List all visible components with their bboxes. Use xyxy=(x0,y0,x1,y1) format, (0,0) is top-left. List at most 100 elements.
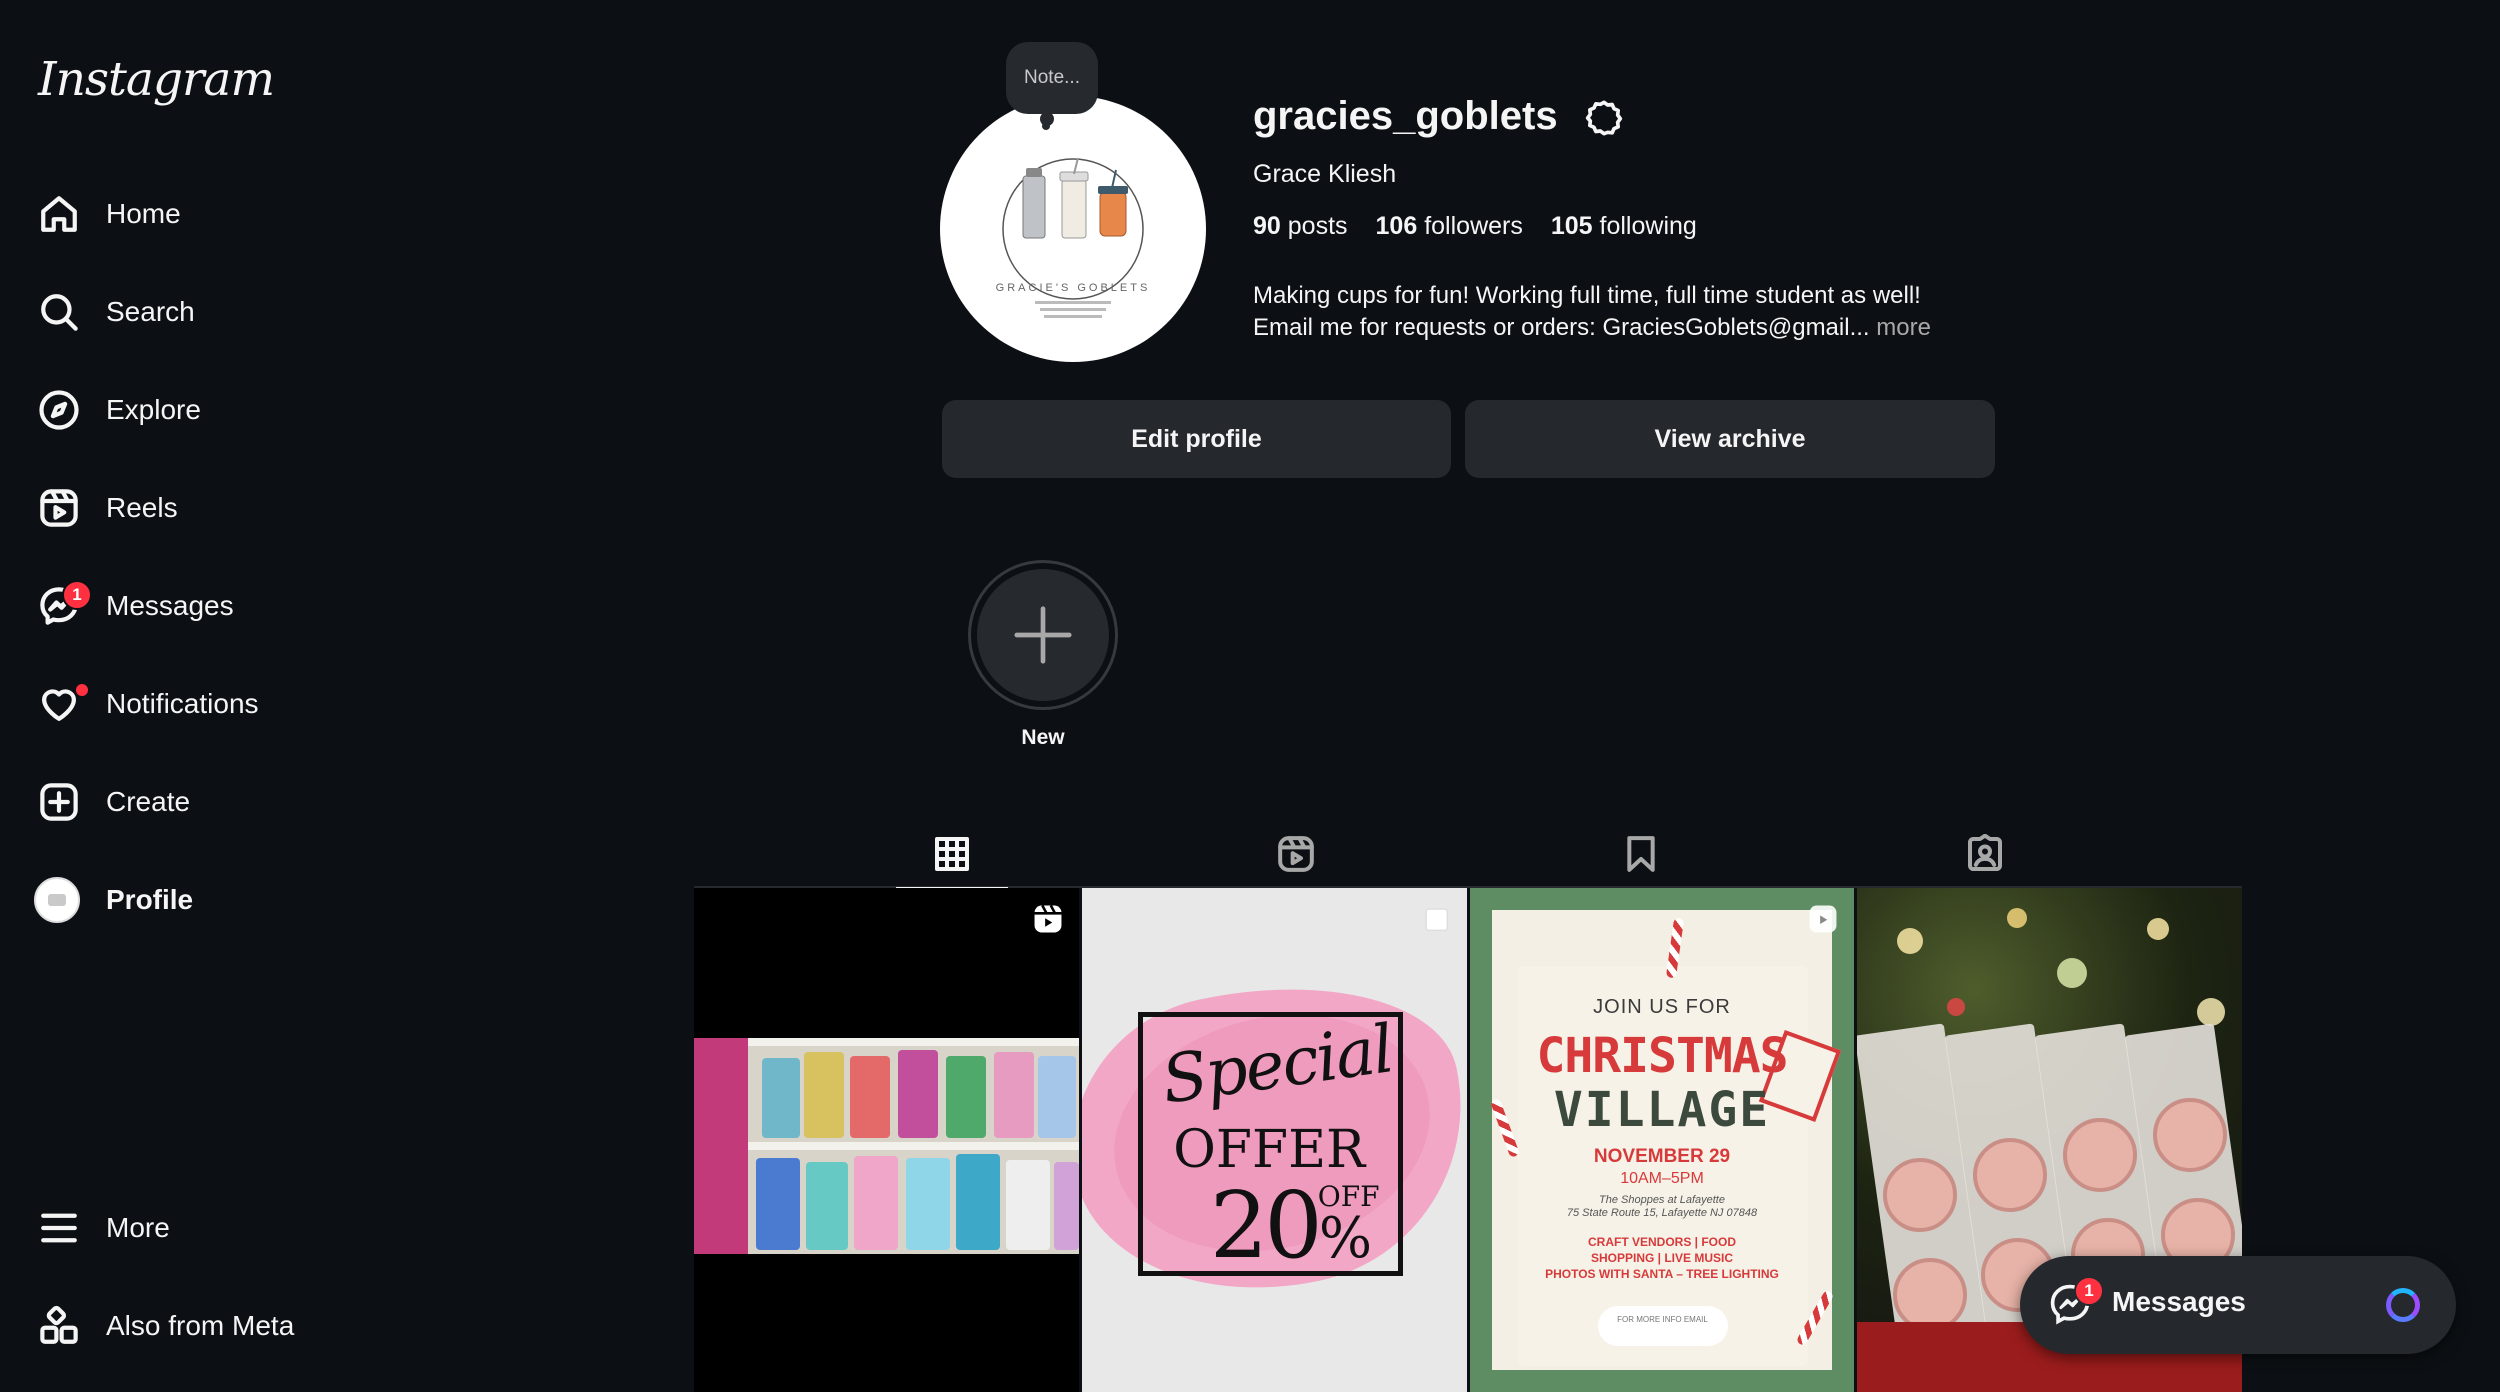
meta-grid-icon xyxy=(22,1296,98,1356)
flyer-info: CRAFT VENDORS | FOOD SHOPPING | LIVE MUS… xyxy=(1470,1234,1855,1282)
post-tile-christmas-village[interactable]: JOIN US FOR CHRISTMAS VILLAGE NOVEMBER 2… xyxy=(1469,888,1855,1392)
followers-label: followers xyxy=(1424,212,1523,240)
flyer-venue-address: 75 State Route 15, Lafayette NJ 07848 xyxy=(1566,1207,1758,1219)
bokeh-light xyxy=(2147,918,2170,940)
instagram-logo[interactable]: Instagram xyxy=(38,52,275,107)
sidebar-item-label: Reels xyxy=(106,492,178,523)
post-tile-special-offer[interactable]: Special OFFER 20% OFF xyxy=(1081,888,1467,1392)
posts-label: posts xyxy=(1287,212,1348,240)
bokeh-light xyxy=(2007,908,2028,928)
sidebar-item-messages[interactable]: 1 Messages xyxy=(22,566,362,646)
bokeh-light xyxy=(2197,998,2226,1026)
reels-icon xyxy=(22,478,98,538)
posts-grid: Special OFFER 20% OFF JOIN US FOR CHRIST… xyxy=(694,888,2242,1392)
tab-posts[interactable] xyxy=(896,820,1008,890)
meta-ai-ring-icon[interactable] xyxy=(2386,1288,2420,1322)
sidebar-item-create[interactable]: Create xyxy=(22,762,362,842)
ornament xyxy=(1893,1258,1968,1332)
plus-icon xyxy=(1014,606,1072,664)
following-label: following xyxy=(1599,212,1697,240)
following-count: 105 xyxy=(1550,212,1593,240)
flyer-contact-text: FOR MORE INFO EMAIL xyxy=(1617,1315,1708,1324)
grid-icon xyxy=(935,837,969,871)
compass-icon xyxy=(22,380,98,440)
flyer-info-line: CRAFT VENDORS | FOOD xyxy=(1587,1235,1737,1249)
sidebar-item-more[interactable]: More xyxy=(22,1188,362,1268)
messenger-icon: 1 xyxy=(22,576,98,636)
flyer-time: 10AM–5PM xyxy=(1620,1170,1704,1187)
flyer-venue-name: The Shoppes at Lafayette xyxy=(1599,1194,1725,1206)
flyer-info-line: SHOPPING | LIVE MUSIC xyxy=(1590,1251,1734,1265)
edit-profile-button[interactable]: Edit profile xyxy=(942,400,1451,478)
sidebar-item-label: Create xyxy=(106,786,191,817)
flyer-join-text: JOIN US FOR xyxy=(1593,996,1731,1018)
profile-stats: 90 posts 106 followers 105 following xyxy=(1253,212,1697,241)
sidebar-item-label: Explore xyxy=(106,394,201,425)
tab-reels[interactable] xyxy=(1240,820,1352,888)
following-stat[interactable]: 105 following xyxy=(1551,212,1697,241)
flyer-title-christmas: CHRISTMAS xyxy=(1536,1028,1788,1084)
settings-gear-icon[interactable] xyxy=(1584,98,1624,138)
messages-label: Messages xyxy=(2112,1286,2246,1317)
offer-off-text: OFF xyxy=(1317,1180,1380,1213)
flyer-title-village: VILLAGE xyxy=(1553,1082,1771,1138)
profile-avatar[interactable]: GRACIE'S GOBLETS xyxy=(940,96,1206,362)
messages-badge: 1 xyxy=(62,580,92,610)
sidebar-item-label: Messages xyxy=(106,590,234,621)
bokeh-light xyxy=(1897,928,1924,954)
sidebar-item-label: Home xyxy=(106,198,181,229)
hamburger-icon xyxy=(22,1198,98,1258)
sidebar-item-label: Notifications xyxy=(106,688,259,719)
avatar xyxy=(22,870,98,930)
sidebar-item-notifications[interactable]: Notifications xyxy=(22,664,362,744)
ornament xyxy=(2063,1118,2138,1192)
ornament xyxy=(1883,1158,1958,1232)
tab-saved[interactable] xyxy=(1585,820,1697,888)
bokeh-light xyxy=(1947,998,1966,1016)
sidebar-item-explore[interactable]: Explore xyxy=(22,370,362,450)
bio-line: Email me for requests or orders: Gracies… xyxy=(1253,312,2033,344)
gracies-goblets-logo: GRACIE'S GOBLETS xyxy=(996,157,1151,318)
profile-username: gracies_goblets xyxy=(1253,94,1558,138)
sidebar-item-also-from-meta[interactable]: Also from Meta xyxy=(22,1286,362,1366)
bio-more-link[interactable]: more xyxy=(1876,314,1931,341)
sidebar-item-search[interactable]: Search xyxy=(22,272,362,352)
flyer-venue: The Shoppes at Lafayette 75 State Route … xyxy=(1470,1194,1855,1220)
bokeh-light xyxy=(2057,958,2088,988)
followers-stat[interactable]: 106 followers xyxy=(1376,212,1523,241)
offer-percent-sign: % xyxy=(1318,1206,1372,1271)
logo-brand-text: GRACIE'S GOBLETS xyxy=(996,282,1151,294)
posts-stat: 90 posts xyxy=(1253,212,1348,241)
post-tile-reel-cups[interactable] xyxy=(694,888,1079,1392)
plus-square-icon xyxy=(22,772,98,832)
offer-percent-number: 20 xyxy=(1209,1172,1323,1279)
messages-floating-button[interactable]: 1 Messages xyxy=(2020,1256,2456,1354)
sidebar-item-reels[interactable]: Reels xyxy=(22,468,362,548)
view-archive-button[interactable]: View archive xyxy=(1465,400,1995,478)
profile-full-name: Grace Kliesh xyxy=(1253,160,1397,188)
reel-indicator-icon xyxy=(1809,905,1837,933)
messages-badge: 1 xyxy=(2074,1276,2104,1306)
bookmark-icon xyxy=(1627,836,1655,872)
followers-count: 106 xyxy=(1375,212,1418,240)
carousel-indicator-icon xyxy=(1424,908,1448,932)
note-bubble[interactable]: Note... xyxy=(1006,42,1098,114)
post-image-cup-shelf xyxy=(694,1038,1079,1254)
home-icon xyxy=(22,184,98,244)
new-highlight-button[interactable] xyxy=(968,560,1118,710)
reels-icon xyxy=(1278,836,1314,872)
new-highlight-label: New xyxy=(1021,726,1065,749)
reel-indicator-icon xyxy=(1034,904,1062,933)
bio-line: Making cups for fun! Working full time, … xyxy=(1253,282,1921,309)
sidebar-item-label: Search xyxy=(106,296,195,327)
search-icon xyxy=(22,282,98,342)
sidebar-item-profile[interactable]: Profile xyxy=(22,860,362,940)
flyer-contact-pill: FOR MORE INFO EMAIL xyxy=(1597,1306,1728,1346)
tagged-icon xyxy=(1968,834,2002,871)
sidebar-item-home[interactable]: Home xyxy=(22,174,362,254)
sidebar-item-label: Also from Meta xyxy=(106,1310,295,1341)
flyer-date: NOVEMBER 29 xyxy=(1593,1146,1731,1167)
tab-tagged[interactable] xyxy=(1929,820,2041,888)
sidebar: Instagram Home Search Explore Reels 1 Me… xyxy=(0,0,380,1392)
flyer-info-line: PHOTOS WITH SANTA – TREE LIGHTING xyxy=(1545,1267,1779,1281)
